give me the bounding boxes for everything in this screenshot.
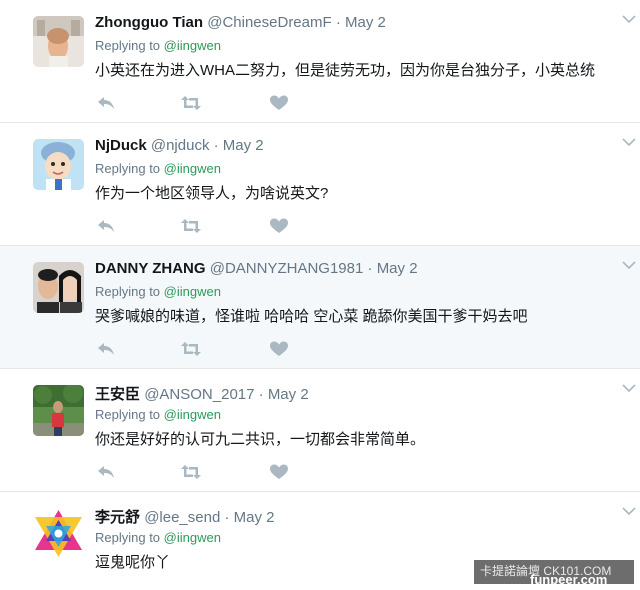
like-icon[interactable] [268,339,290,359]
reply-mention-link[interactable]: @iingwen [164,38,221,53]
display-name[interactable]: NjDuck [95,137,147,154]
tweet-text: 哭爹喊娘的味道，怪谁啦 哈哈哈 空心菜 跪舔你美国干爹干妈去吧 [95,308,528,325]
display-name[interactable]: DANNY ZHANG [95,260,206,277]
separator-dot: · [367,260,373,277]
tweet-date[interactable]: May 2 [234,509,275,526]
retweet-icon[interactable] [180,216,202,236]
user-handle[interactable]: @ANSON_2017 [144,386,254,403]
chevron-down-icon[interactable] [622,260,636,270]
reply-mention-link[interactable]: @iingwen [164,161,221,176]
tweet-text: 作为一个地区领导人，为啥说英文? [95,185,329,202]
replying-to-label: Replying to [95,161,161,176]
retweet-icon[interactable] [180,93,202,113]
avatar[interactable] [33,262,84,313]
replying-to: Replying to @iingwen [95,38,221,53]
tweet[interactable]: DANNY ZHANG @DANNYZHANG1981 · May 2 Repl… [0,246,640,369]
replying-to-label: Replying to [95,38,161,53]
tweet-header: 王安臣 @ANSON_2017 · May 2 [95,383,309,404]
replying-to: Replying to @iingwen [95,407,221,422]
tweet[interactable]: Zhongguo Tian @ChineseDreamF · May 2 Rep… [0,0,640,123]
display-name[interactable]: 王安臣 [95,386,140,403]
tweet-text: 逗鬼呢你丫 [95,554,171,571]
tweet-date[interactable]: May 2 [345,14,386,31]
tweet-header: 李元舒 @lee_send · May 2 [95,506,275,527]
reply-mention-link[interactable]: @iingwen [164,530,221,545]
tweet-date[interactable]: May 2 [377,260,418,277]
avatar[interactable] [33,508,84,559]
reply-icon[interactable] [95,93,117,113]
user-handle[interactable]: @njduck [151,137,210,154]
avatar[interactable] [33,139,84,190]
retweet-icon[interactable] [180,339,202,359]
separator-dot: · [213,137,219,154]
like-icon[interactable] [268,216,290,236]
tweet-header: NjDuck @njduck · May 2 [95,137,264,154]
chevron-down-icon[interactable] [622,506,636,516]
tweet-date[interactable]: May 2 [223,137,264,154]
replying-to: Replying to @iingwen [95,284,221,299]
replying-to-label: Replying to [95,284,161,299]
separator-dot: · [224,509,230,526]
reply-mention-link[interactable]: @iingwen [164,407,221,422]
user-handle[interactable]: @ChineseDreamF [207,14,331,31]
replying-to: Replying to @iingwen [95,161,221,176]
reply-mention-link[interactable]: @iingwen [164,284,221,299]
chevron-down-icon[interactable] [622,14,636,24]
chevron-down-icon[interactable] [622,137,636,147]
replying-to: Replying to @iingwen [95,530,221,545]
avatar[interactable] [33,16,84,67]
display-name[interactable]: Zhongguo Tian [95,14,203,31]
tweet[interactable]: 王安臣 @ANSON_2017 · May 2 Replying to @iin… [0,369,640,492]
user-handle[interactable]: @lee_send [144,509,220,526]
replying-to-label: Replying to [95,407,161,422]
separator-dot: · [335,14,341,31]
user-handle[interactable]: @DANNYZHANG1981 [210,260,364,277]
watermark-bottom-text: funpeer.com [530,572,608,587]
like-icon[interactable] [268,462,290,482]
like-icon[interactable] [268,93,290,113]
tweet-text: 你还是好好的认可九二共识，一切都会非常简单。 [95,431,426,448]
reply-icon[interactable] [95,339,117,359]
reply-icon[interactable] [95,216,117,236]
tweet-header: Zhongguo Tian @ChineseDreamF · May 2 [95,14,386,31]
chevron-down-icon[interactable] [622,383,636,393]
tweet-text: 小英还在为进入WHA二努力，但是徒劳无功，因为你是台独分子，小英总统 [95,62,595,79]
tweet-header: DANNY ZHANG @DANNYZHANG1981 · May 2 [95,260,418,277]
reply-icon[interactable] [95,462,117,482]
display-name[interactable]: 李元舒 [95,509,140,526]
tweet[interactable]: NjDuck @njduck · May 2 Replying to @iing… [0,123,640,246]
replying-to-label: Replying to [95,530,161,545]
tweet-date[interactable]: May 2 [268,386,309,403]
avatar[interactable] [33,385,84,436]
separator-dot: · [258,386,264,403]
retweet-icon[interactable] [180,462,202,482]
